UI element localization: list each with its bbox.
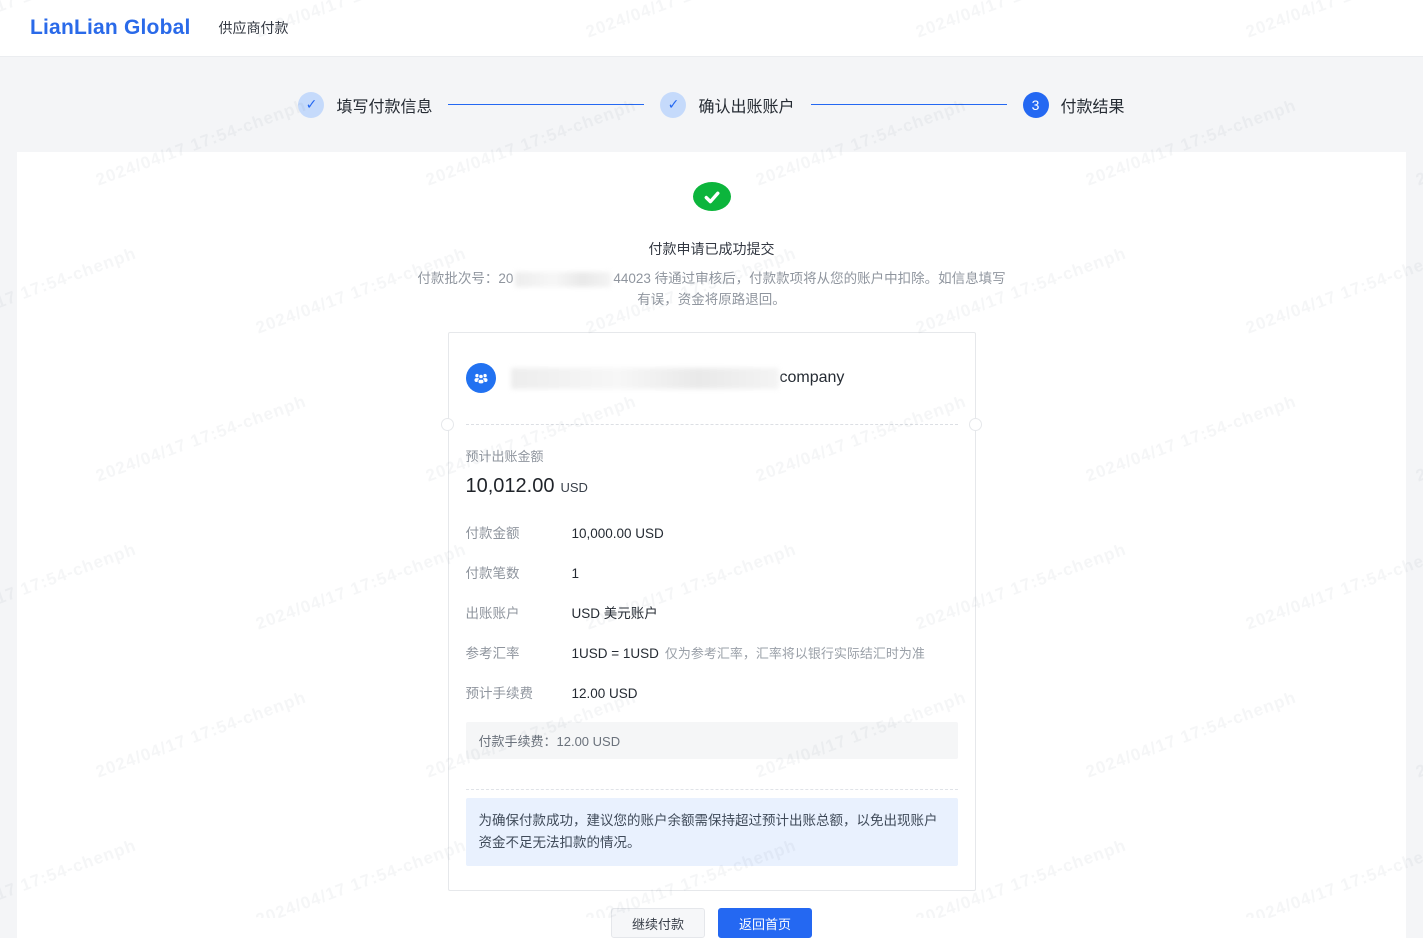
ticket-notch-right (969, 418, 982, 431)
step1-label: 填写付款信息 (336, 98, 433, 116)
result-description: 付款批次号：20 44023 待通过审核后，付款款项将从您的账户中扣除。如信息填写… (414, 268, 1010, 310)
batch-number-label: 付款批次号： (417, 271, 499, 286)
step-connector-line (810, 104, 1007, 105)
amount-currency: USD (560, 480, 588, 495)
row-value: 10,000.00 USD (571, 526, 664, 541)
fee-breakdown-box: 付款手续费：12.00 USD (465, 722, 958, 759)
step-confirm-account: ✓ 确认出账账户 (660, 91, 795, 118)
step2-check-icon: ✓ (660, 91, 687, 118)
back-to-home-button[interactable]: 返回首页 (718, 908, 813, 938)
step-fill-payment-info: ✓ 填写付款信息 (298, 91, 433, 118)
row-label: 付款金额 (465, 526, 520, 541)
row-label: 出账账户 (465, 606, 520, 621)
step3-number-badge: 3 (1022, 91, 1049, 118)
estimated-debit-label: 预计出账金额 (465, 449, 544, 464)
payee-company-name: company (510, 367, 845, 389)
ticket-notch-left (441, 418, 454, 431)
wizard-stepper: ✓ 填写付款信息 ✓ 确认出账账户 3 付款结果 (0, 57, 1423, 152)
company-avatar-icon (465, 363, 496, 393)
balance-notice-box: 为确保付款成功，建议您的账户余额需保持超过预计出账总额，以免出现账户资金不足无法… (465, 798, 958, 866)
dashed-divider (465, 789, 958, 790)
app-title: 供应商付款 (218, 20, 289, 36)
result-title: 付款申请已成功提交 (648, 241, 775, 257)
row-payment-amount: 付款金额 10,000.00 USD (466, 522, 958, 542)
row-payment-count: 付款笔数 1 (466, 562, 958, 582)
step2-label: 确认出账账户 (698, 98, 795, 116)
amount-value: 10,012.00 (465, 475, 555, 497)
batch-number-redacted (515, 271, 612, 287)
batch-number-prefix: 20 (498, 271, 514, 286)
ticket-divider (441, 418, 982, 431)
row-value: USD 美元账户 (571, 606, 658, 621)
row-label: 预计手续费 (465, 686, 534, 701)
step3-label: 付款结果 (1060, 98, 1125, 116)
row-label: 付款笔数 (465, 566, 520, 581)
step-payment-result: 3 付款结果 (1022, 91, 1125, 118)
row-reference-rate: 参考汇率 1USD = 1USD 仅为参考汇率，汇率将以银行实际结汇时为准 (466, 642, 958, 662)
step1-check-icon: ✓ (298, 91, 325, 118)
action-buttons: 继续付款 返回首页 (610, 908, 813, 938)
company-name-suffix: company (779, 369, 845, 386)
batch-number-suffix: 44023 (613, 271, 651, 286)
company-name-redacted (510, 367, 779, 389)
success-check-icon (692, 182, 731, 211)
row-value: 1USD = 1USD (571, 646, 659, 661)
step-connector-line (448, 104, 645, 105)
top-header: LianLian Global 供应商付款 (0, 0, 1423, 57)
result-desc-text: 待通过审核后，付款款项将从您的账户中扣除。如信息填写有误，资金将原路退回。 (637, 271, 1006, 307)
rate-disclaimer-note: 仅为参考汇率，汇率将以银行实际结汇时为准 (664, 646, 925, 661)
payment-detail-rows: 付款金额 10,000.00 USD 付款笔数 1 出账账户 USD 美元账户 … (466, 522, 958, 702)
row-label: 参考汇率 (465, 646, 520, 661)
row-estimated-fee: 预计手续费 12.00 USD (466, 682, 958, 702)
continue-payment-button[interactable]: 继续付款 (610, 908, 705, 938)
estimated-debit-amount: 10,012.00 USD (466, 475, 958, 498)
lianlian-global-logo: LianLian Global (30, 16, 191, 39)
row-debit-account: 出账账户 USD 美元账户 (466, 602, 958, 622)
payee-account-row: company (465, 350, 958, 424)
row-value: 1 (571, 566, 580, 581)
payment-summary-card: company 预计出账金额 10,012.00 USD 付款金额 10,000… (441, 332, 982, 891)
result-panel: 付款申请已成功提交 付款批次号：20 44023 待通过审核后，付款款项将从您的账… (17, 152, 1406, 938)
row-value: 12.00 USD (571, 686, 638, 701)
